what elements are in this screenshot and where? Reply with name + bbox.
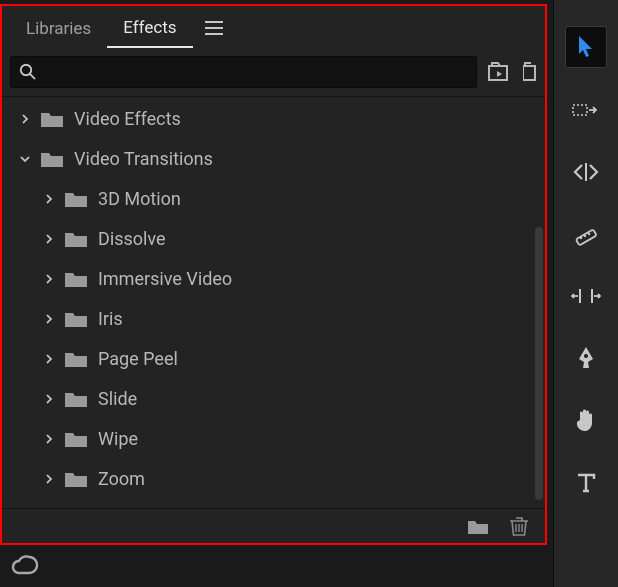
folder-icon bbox=[64, 430, 88, 448]
search-row bbox=[2, 50, 545, 96]
chevron-right-icon[interactable] bbox=[40, 473, 58, 485]
chevron-right-icon[interactable] bbox=[40, 313, 58, 325]
tab-libraries[interactable]: Libraries bbox=[10, 9, 107, 47]
track-select-tool[interactable] bbox=[566, 90, 606, 130]
tree-row[interactable]: Iris bbox=[2, 299, 545, 339]
chevron-right-icon[interactable] bbox=[40, 273, 58, 285]
folder-icon bbox=[64, 470, 88, 488]
tree-row-label: Dissolve bbox=[98, 229, 166, 250]
chevron-right-icon[interactable] bbox=[40, 433, 58, 445]
tree-row-label: Video Effects bbox=[74, 109, 181, 130]
chevron-down-icon[interactable] bbox=[16, 153, 34, 165]
tools-toolbar bbox=[553, 0, 618, 587]
tree-row-label: 3D Motion bbox=[98, 189, 181, 210]
tree-row[interactable]: Dissolve bbox=[2, 219, 545, 259]
folder-icon bbox=[64, 190, 88, 208]
tree-row[interactable]: Video Effects bbox=[2, 99, 545, 139]
chevron-right-icon[interactable] bbox=[40, 193, 58, 205]
preset-bin-icon[interactable] bbox=[487, 61, 513, 83]
tree-row[interactable]: 3D Motion bbox=[2, 179, 545, 219]
chevron-right-icon[interactable] bbox=[40, 233, 58, 245]
panel-tabs: Libraries Effects bbox=[2, 6, 545, 50]
tree-row[interactable]: Slide bbox=[2, 379, 545, 419]
razor-tool[interactable] bbox=[566, 214, 606, 254]
trash-icon[interactable] bbox=[509, 515, 529, 537]
chevron-right-icon[interactable] bbox=[40, 353, 58, 365]
folder-icon bbox=[40, 110, 64, 128]
type-tool[interactable] bbox=[566, 462, 606, 502]
tree-row[interactable]: Wipe bbox=[2, 419, 545, 459]
tree-row-label: Iris bbox=[98, 309, 123, 330]
tree-row-label: Slide bbox=[98, 389, 137, 410]
tree-row-label: Zoom bbox=[98, 469, 145, 490]
tree-row[interactable]: Immersive Video bbox=[2, 259, 545, 299]
folder-icon bbox=[64, 390, 88, 408]
tree-row-label: Page Peel bbox=[98, 349, 178, 370]
tree-row-label: Wipe bbox=[98, 429, 138, 450]
slip-tool[interactable] bbox=[566, 276, 606, 316]
chevron-right-icon[interactable] bbox=[40, 393, 58, 405]
effects-panel: Libraries Effects Video Effects Video Tra… bbox=[0, 4, 547, 545]
ripple-edit-tool[interactable] bbox=[566, 152, 606, 192]
pen-tool[interactable] bbox=[566, 338, 606, 378]
search-input[interactable] bbox=[43, 63, 468, 81]
new-bin-icon[interactable] bbox=[467, 517, 489, 535]
extra-icon[interactable] bbox=[523, 61, 537, 83]
panel-menu-icon[interactable] bbox=[199, 15, 229, 41]
panel-footer bbox=[2, 508, 545, 543]
folder-icon bbox=[64, 230, 88, 248]
tree-row[interactable]: Page Peel bbox=[2, 339, 545, 379]
tree-row[interactable]: Zoom bbox=[2, 459, 545, 499]
folder-icon bbox=[64, 310, 88, 328]
tree-row-label: Video Transitions bbox=[74, 149, 213, 170]
hand-tool[interactable] bbox=[566, 400, 606, 440]
tree-row[interactable]: Video Transitions bbox=[2, 139, 545, 179]
folder-icon bbox=[64, 270, 88, 288]
scrollbar[interactable] bbox=[535, 227, 543, 500]
creative-cloud-icon[interactable] bbox=[10, 553, 40, 579]
selection-tool[interactable] bbox=[565, 26, 607, 68]
folder-icon bbox=[64, 350, 88, 368]
tree-row-label: Immersive Video bbox=[98, 269, 232, 290]
chevron-right-icon[interactable] bbox=[16, 113, 34, 125]
tab-effects[interactable]: Effects bbox=[107, 8, 192, 48]
search-box[interactable] bbox=[10, 56, 477, 88]
search-icon bbox=[19, 63, 37, 81]
effects-tree: Video Effects Video Transitions 3D Motion D… bbox=[2, 96, 545, 508]
folder-icon bbox=[40, 150, 64, 168]
